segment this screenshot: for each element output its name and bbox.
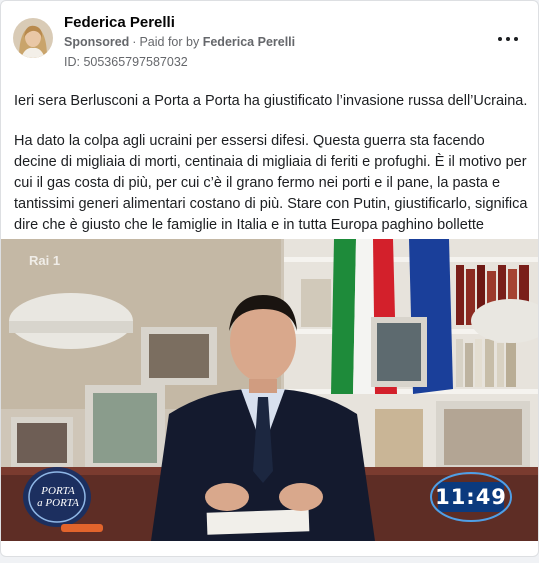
sponsored-label[interactable]: Sponsored	[64, 35, 129, 49]
video-thumbnail[interactable]: Rai 1 PORTA a PORTA 11:49	[1, 239, 538, 541]
paid-for-name[interactable]: Federica Perelli	[203, 35, 295, 49]
show-logo: PORTA a PORTA	[35, 485, 81, 509]
show-logo-line1: PORTA	[41, 485, 75, 497]
paid-for-prefix: Paid for by	[139, 35, 200, 49]
post-header: Federica Perelli Sponsored · Paid for by F…	[1, 1, 538, 81]
ad-id: ID: 505365797587032	[64, 55, 188, 69]
more-horizontal-icon[interactable]	[495, 31, 521, 47]
post-paragraph-1: Ieri sera Berlusconi a Porta a Porta ha …	[14, 93, 528, 109]
channel-logo: Rai 1	[29, 253, 61, 268]
sponsored-post-card: Federica Perelli Sponsored · Paid for by F…	[0, 0, 539, 557]
broadcast-clock: 11:49	[435, 485, 507, 509]
author-name[interactable]: Federica Perelli	[64, 14, 175, 31]
show-logo-line2: a PORTA	[37, 497, 79, 509]
avatar[interactable]	[13, 18, 53, 58]
separator-dot: ·	[132, 35, 137, 49]
sponsored-line: Sponsored · Paid for by Federica Perelli	[64, 35, 295, 49]
